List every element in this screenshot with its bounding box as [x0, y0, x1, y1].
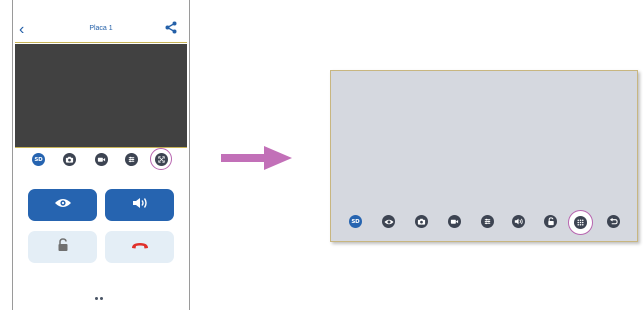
camera-icon[interactable]: [63, 153, 76, 166]
settings-sliders-icon[interactable]: [481, 215, 494, 228]
sd-icon[interactable]: SD: [349, 215, 362, 228]
padlock-icon: [57, 237, 69, 257]
settings-sliders-icon[interactable]: [125, 153, 138, 166]
header-divider: [15, 42, 187, 43]
return-icon[interactable]: [607, 215, 620, 228]
keypad-highlight: [568, 210, 593, 235]
hangup-button[interactable]: [105, 231, 174, 263]
view-button[interactable]: [28, 189, 97, 221]
video-record-icon[interactable]: [448, 215, 461, 228]
phone-portrait-screen: ‹ Placa 1 SD: [12, 0, 190, 310]
audio-button[interactable]: [105, 189, 174, 221]
fullscreen-highlight: [150, 148, 172, 170]
speaker-icon[interactable]: [512, 215, 525, 228]
landscape-screen: SD: [330, 70, 638, 242]
camera-icon[interactable]: [415, 215, 428, 228]
keypad-icon[interactable]: [574, 216, 587, 229]
phone-hangup-icon: [130, 238, 150, 256]
page-indicator: [95, 287, 105, 305]
speaker-icon: [131, 196, 149, 215]
landscape-toolbar: SD: [331, 210, 637, 235]
eye-icon: [54, 196, 72, 214]
eye-icon[interactable]: [382, 215, 395, 228]
sd-icon[interactable]: SD: [32, 153, 45, 166]
share-icon[interactable]: [165, 21, 177, 39]
transition-arrow: [218, 143, 294, 178]
fullscreen-icon[interactable]: [154, 152, 168, 166]
sd-label: SD: [34, 156, 43, 163]
page-title: Placa 1: [89, 25, 113, 32]
phone-toolbar: SD: [13, 148, 189, 170]
video-feed[interactable]: [15, 44, 187, 147]
unlock-button[interactable]: [28, 231, 97, 263]
sd-label: SD: [351, 218, 360, 225]
video-record-icon[interactable]: [95, 153, 108, 166]
padlock-icon[interactable]: [544, 215, 557, 228]
